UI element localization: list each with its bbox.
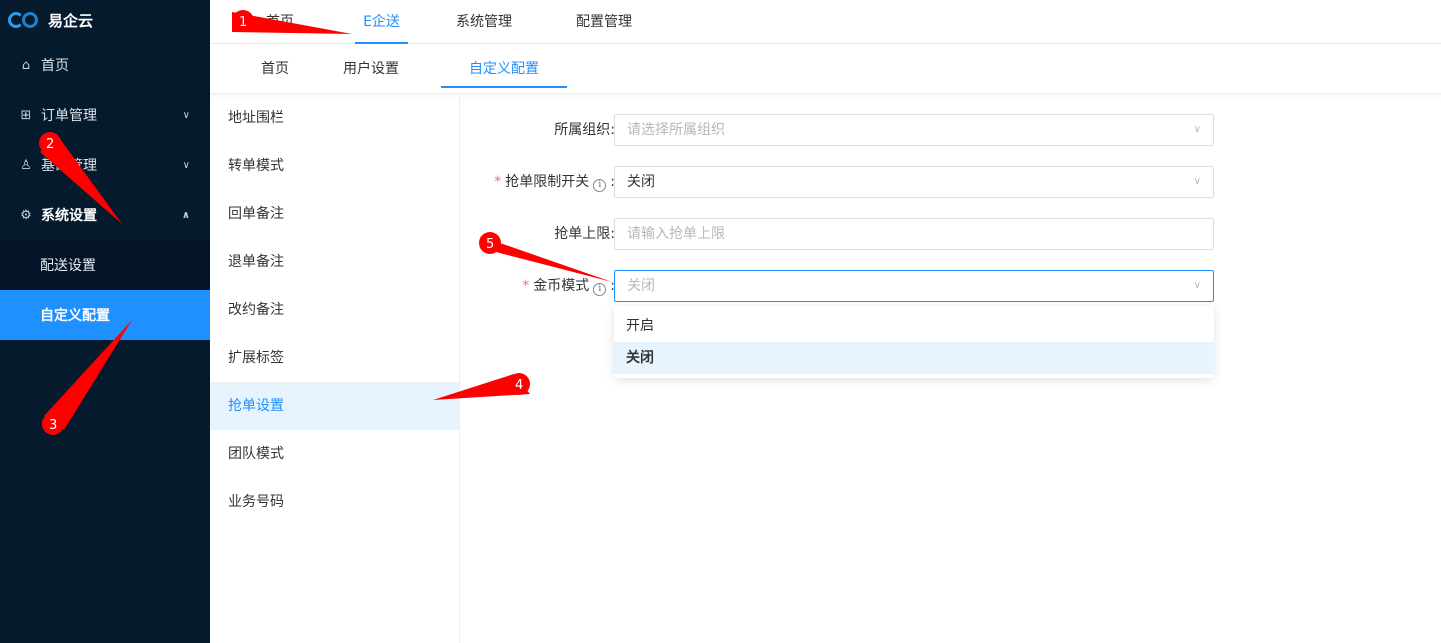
logo[interactable]: 易企云 bbox=[0, 0, 210, 40]
users-icon: ♙ bbox=[20, 157, 32, 173]
grab-switch-select[interactable]: 关闭 ∨ bbox=[614, 166, 1214, 198]
list-item[interactable]: 改约备注 bbox=[210, 286, 459, 334]
coin-mode-label: * 金币模式 i: bbox=[522, 278, 615, 296]
grid-icon: ⊞ bbox=[20, 107, 32, 123]
grab-limit-row: 抢单上限: 请输入抢单上限 bbox=[461, 218, 1221, 250]
grab-limit-input[interactable]: 请输入抢单上限 bbox=[614, 218, 1214, 250]
coin-mode-select[interactable]: 关闭 ∨ bbox=[614, 270, 1214, 302]
list-item[interactable]: 团队模式 bbox=[210, 430, 459, 478]
sidebar-item-label: 首页 bbox=[41, 58, 69, 74]
tab-e-delivery[interactable]: E企送 bbox=[355, 0, 408, 44]
list-item[interactable]: 退单备注 bbox=[210, 238, 459, 286]
sidebar-item-label: 基础管理 bbox=[41, 158, 97, 174]
sidebar-subitem-label: 自定义配置 bbox=[40, 308, 110, 324]
sidebar-item-orders[interactable]: ⊞ 订单管理 ∨ bbox=[0, 90, 210, 140]
tab-system-management[interactable]: 系统管理 bbox=[456, 0, 512, 44]
sidebar: 易企云 ⌂ 首页 ⊞ 订单管理 ∨ ♙ 基础管理 ∨ ⚙ 系统设置 ∧ 配送设置… bbox=[0, 0, 210, 643]
chevron-down-icon: ∨ bbox=[1193, 176, 1201, 187]
subtab-custom-config[interactable]: 自定义配置 bbox=[441, 44, 567, 88]
subtab-home[interactable]: 首页 bbox=[261, 44, 289, 88]
tab-home[interactable]: 首页 bbox=[266, 0, 294, 44]
list-item[interactable]: 业务号码 bbox=[210, 478, 459, 526]
sidebar-item-label: 订单管理 bbox=[41, 108, 97, 124]
coin-mode-dropdown: 开启 关闭 bbox=[614, 306, 1214, 378]
sidebar-subitem-label: 配送设置 bbox=[40, 258, 96, 274]
subtab-user-settings[interactable]: 用户设置 bbox=[343, 44, 399, 88]
org-select[interactable]: 请选择所属组织 ∨ bbox=[614, 114, 1214, 146]
coin-mode-row: * 金币模式 i: 关闭 ∨ bbox=[461, 270, 1221, 302]
sidebar-item-system-settings[interactable]: ⚙ 系统设置 ∧ bbox=[0, 190, 210, 240]
sub-nav: 首页 用户设置 自定义配置 bbox=[210, 44, 1441, 94]
list-item[interactable]: 回单备注 bbox=[210, 190, 459, 238]
chevron-down-icon: ∨ bbox=[182, 159, 190, 171]
gear-icon: ⚙ bbox=[20, 207, 32, 223]
bank-icon: ⌂ bbox=[21, 57, 31, 73]
chevron-up-icon: ∧ bbox=[181, 209, 190, 221]
chevron-down-icon: ∨ bbox=[182, 109, 190, 121]
chevron-down-icon: ∨ bbox=[1193, 280, 1201, 291]
top-nav: 首页 E企送 系统管理 配置管理 bbox=[210, 0, 1441, 44]
dropdown-option-on[interactable]: 开启 bbox=[614, 310, 1214, 342]
list-item[interactable]: 转单模式 bbox=[210, 142, 459, 190]
org-label: 所属组织: bbox=[554, 122, 615, 138]
list-item[interactable]: 扩展标签 bbox=[210, 334, 459, 382]
list-item[interactable]: 地址围栏 bbox=[210, 94, 459, 142]
sidebar-item-home[interactable]: ⌂ 首页 bbox=[0, 40, 210, 90]
logo-icon bbox=[8, 10, 42, 30]
org-row: 所属组织: 请选择所属组织 ∨ bbox=[461, 114, 1221, 146]
sidebar-subitem-custom-config[interactable]: 自定义配置 bbox=[0, 290, 210, 340]
grab-switch-label: * 抢单限制开关 i: bbox=[494, 174, 615, 192]
info-icon[interactable]: i bbox=[593, 283, 607, 296]
sidebar-item-label: 系统设置 bbox=[41, 208, 97, 224]
grab-limit-label: 抢单上限: bbox=[554, 226, 615, 242]
sidebar-subitem-delivery[interactable]: 配送设置 bbox=[0, 240, 210, 290]
chevron-down-icon: ∨ bbox=[1193, 124, 1201, 135]
dropdown-option-off[interactable]: 关闭 bbox=[614, 342, 1214, 374]
list-item-active[interactable]: 抢单设置 bbox=[210, 382, 459, 430]
app-name: 易企云 bbox=[48, 11, 94, 30]
config-list: 地址围栏 转单模式 回单备注 退单备注 改约备注 扩展标签 抢单设置 团队模式 … bbox=[210, 94, 460, 643]
tab-config-management[interactable]: 配置管理 bbox=[576, 0, 632, 44]
info-icon[interactable]: i bbox=[593, 179, 607, 192]
sidebar-item-basic[interactable]: ♙ 基础管理 ∨ bbox=[0, 140, 210, 190]
grab-switch-row: * 抢单限制开关 i: 关闭 ∨ bbox=[461, 166, 1221, 198]
